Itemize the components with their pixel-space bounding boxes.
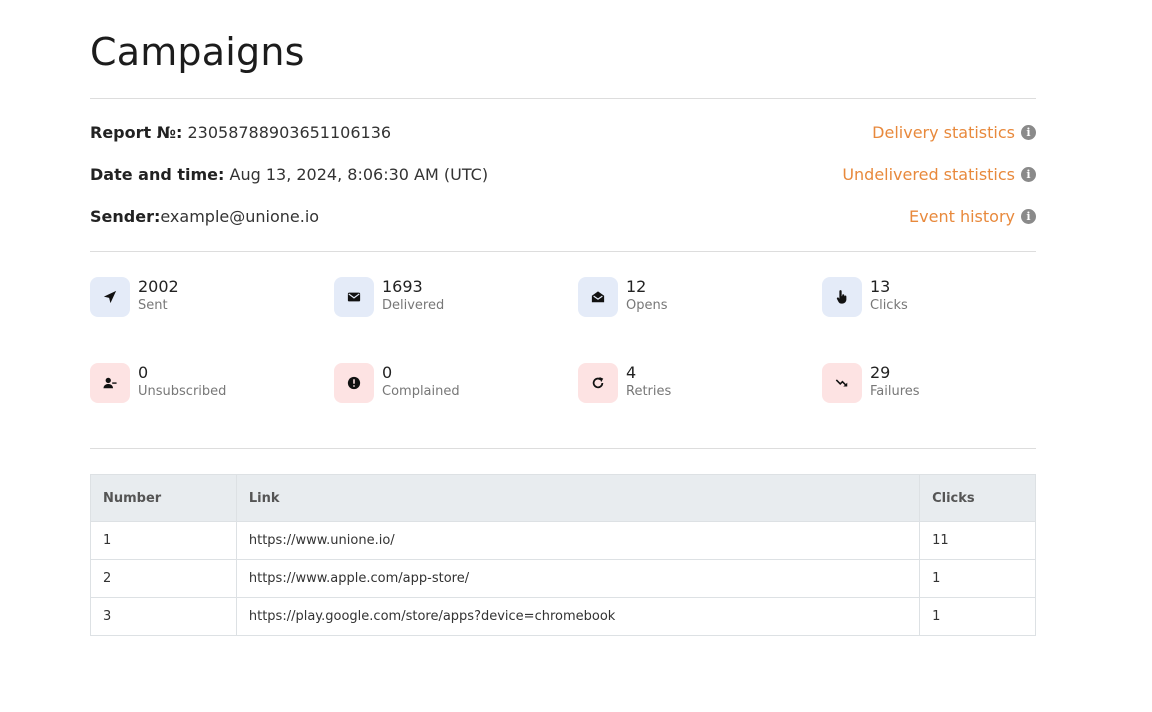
cell-number: 1 [90, 521, 237, 560]
undelivered-statistics-label: Undelivered statistics [842, 164, 1015, 184]
undelivered-statistics-link[interactable]: Undelivered statistics i [842, 165, 1036, 184]
divider [90, 98, 1036, 99]
envelope-open-icon [578, 277, 618, 317]
stat-sent: 2002 Sent [90, 277, 334, 317]
info-icon[interactable]: i [1021, 124, 1036, 140]
event-history-label: Event history [909, 206, 1015, 226]
cell-link[interactable]: https://www.unione.io/ [235, 521, 921, 560]
stat-value: 2002 [138, 277, 179, 296]
stat-failures: 29 Failures [822, 363, 1036, 403]
info-icon[interactable]: i [1021, 166, 1036, 182]
pointer-hand-icon [822, 277, 862, 317]
sender-label: Sender: [90, 206, 161, 226]
column-header-clicks[interactable]: Clicks [919, 474, 1036, 522]
alert-circle-icon [334, 363, 374, 403]
column-header-link[interactable]: Link [235, 474, 921, 522]
delivery-statistics-link[interactable]: Delivery statistics i [872, 123, 1036, 142]
trend-down-icon [822, 363, 862, 403]
report-number-row: Report №: 23058788903651106136 Delivery … [90, 120, 1036, 144]
stat-label: Complained [382, 384, 460, 399]
delivery-statistics-label: Delivery statistics [872, 122, 1015, 142]
stat-label: Sent [138, 298, 168, 313]
cell-link[interactable]: https://www.apple.com/app-store/ [235, 559, 921, 598]
event-history-link[interactable]: Event history i [909, 207, 1036, 226]
stat-delivered: 1693 Delivered [334, 277, 578, 317]
stat-value: 29 [870, 363, 891, 382]
sender-row: Sender:example@unione.io Event history i [90, 204, 1036, 228]
datetime-value: Aug 13, 2024, 8:06:30 AM (UTC) [229, 164, 489, 184]
stat-label: Clicks [870, 298, 908, 313]
report-number-value: 23058788903651106136 [187, 122, 392, 142]
envelope-icon [334, 277, 374, 317]
datetime-label: Date and time: [90, 164, 225, 184]
stat-value: 0 [138, 363, 149, 382]
cell-clicks: 1 [919, 597, 1036, 636]
stat-complained: 0 Complained [334, 363, 578, 403]
sender-value: example@unione.io [160, 206, 320, 226]
cell-link[interactable]: https://play.google.com/store/apps?devic… [235, 597, 921, 636]
user-minus-icon [90, 363, 130, 403]
stat-label: Opens [626, 298, 668, 313]
stat-label: Delivered [382, 298, 445, 313]
stat-label: Unsubscribed [138, 384, 227, 399]
stat-value: 12 [626, 277, 647, 296]
page-title: Campaigns [90, 30, 305, 74]
cell-clicks: 11 [919, 521, 1036, 560]
table-row: 1 https://www.unione.io/ 11 [90, 521, 1036, 560]
info-icon[interactable]: i [1021, 208, 1036, 224]
table-header-row: Number Link Clicks [90, 474, 1036, 522]
cell-number: 2 [90, 559, 237, 598]
stat-opens: 12 Opens [578, 277, 822, 317]
stats-row-2: 0 Unsubscribed 0 Complained 4 Retries 29… [90, 363, 1036, 403]
stat-value: 1693 [382, 277, 423, 296]
cell-number: 3 [90, 597, 237, 636]
divider [90, 448, 1036, 449]
report-number-label: Report №: [90, 122, 183, 142]
retry-icon [578, 363, 618, 403]
stat-label: Failures [870, 384, 920, 399]
table-row: 3 https://play.google.com/store/apps?dev… [90, 597, 1036, 636]
stat-value: 4 [626, 363, 637, 382]
stat-retries: 4 Retries [578, 363, 822, 403]
datetime-row: Date and time: Aug 13, 2024, 8:06:30 AM … [90, 162, 1036, 186]
report-number: Report №: 23058788903651106136 [90, 123, 391, 142]
send-icon [90, 277, 130, 317]
stat-label: Retries [626, 384, 672, 399]
stat-clicks: 13 Clicks [822, 277, 1036, 317]
stat-value: 0 [382, 363, 393, 382]
cell-clicks: 1 [919, 559, 1036, 598]
sender: Sender:example@unione.io [90, 207, 319, 226]
table-row: 2 https://www.apple.com/app-store/ 1 [90, 559, 1036, 598]
stat-unsubscribed: 0 Unsubscribed [90, 363, 334, 403]
stat-value: 13 [870, 277, 891, 296]
divider [90, 251, 1036, 252]
links-table: Number Link Clicks 1 https://www.unione.… [90, 474, 1036, 636]
column-header-number[interactable]: Number [90, 474, 237, 522]
stats-row-1: 2002 Sent 1693 Delivered 12 Opens 13 Cli… [90, 277, 1036, 317]
datetime: Date and time: Aug 13, 2024, 8:06:30 AM … [90, 165, 488, 184]
